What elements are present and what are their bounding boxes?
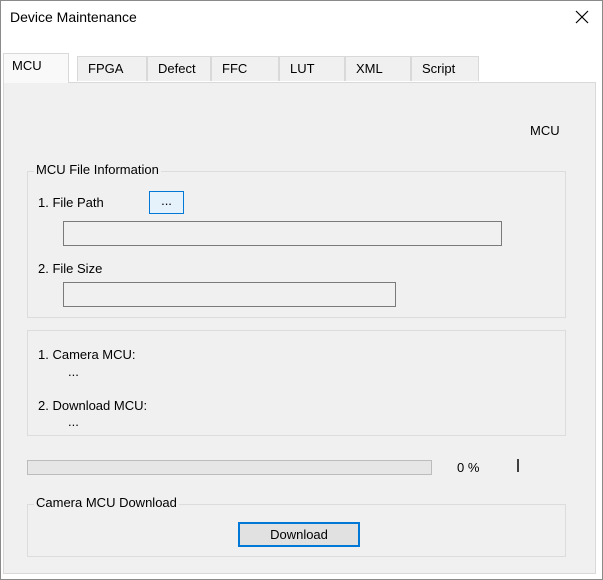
close-icon [575, 10, 589, 24]
close-button[interactable] [562, 1, 602, 33]
device-maintenance-window: Device Maintenance MCU FPGA Defect FFC L… [0, 0, 603, 580]
mcu-versions-group [27, 330, 566, 436]
tab-ffc[interactable]: FFC [211, 56, 279, 81]
mcu-file-information-label: MCU File Information [34, 162, 161, 177]
progress-percent-text: 0 % [457, 460, 480, 475]
tab-xml[interactable]: XML [345, 56, 411, 81]
file-size-field[interactable] [63, 282, 396, 307]
tab-lut[interactable]: LUT [279, 56, 345, 81]
download-mcu-value: ... [68, 414, 79, 429]
tab-mcu[interactable]: MCU [3, 53, 69, 83]
tab-script[interactable]: Script [411, 56, 479, 81]
tab-fpga[interactable]: FPGA [77, 56, 147, 81]
browse-file-button[interactable]: ... [149, 191, 184, 214]
camera-mcu-label: 1. Camera MCU: [38, 347, 136, 362]
tab-defect[interactable]: Defect [147, 56, 211, 81]
camera-mcu-download-label: Camera MCU Download [34, 495, 179, 510]
download-mcu-label: 2. Download MCU: [38, 398, 148, 413]
download-progress-bar [27, 460, 432, 475]
camera-mcu-value: ... [68, 364, 79, 379]
file-path-label: 1. File Path [38, 195, 104, 210]
progress-end-marker [517, 459, 519, 472]
title-bar: Device Maintenance [1, 1, 602, 33]
mcu-header-label: MCU [530, 123, 560, 138]
download-button[interactable]: Download [238, 522, 360, 547]
file-size-label: 2. File Size [38, 261, 103, 276]
file-path-field[interactable] [63, 221, 502, 246]
window-title: Device Maintenance [10, 9, 137, 25]
